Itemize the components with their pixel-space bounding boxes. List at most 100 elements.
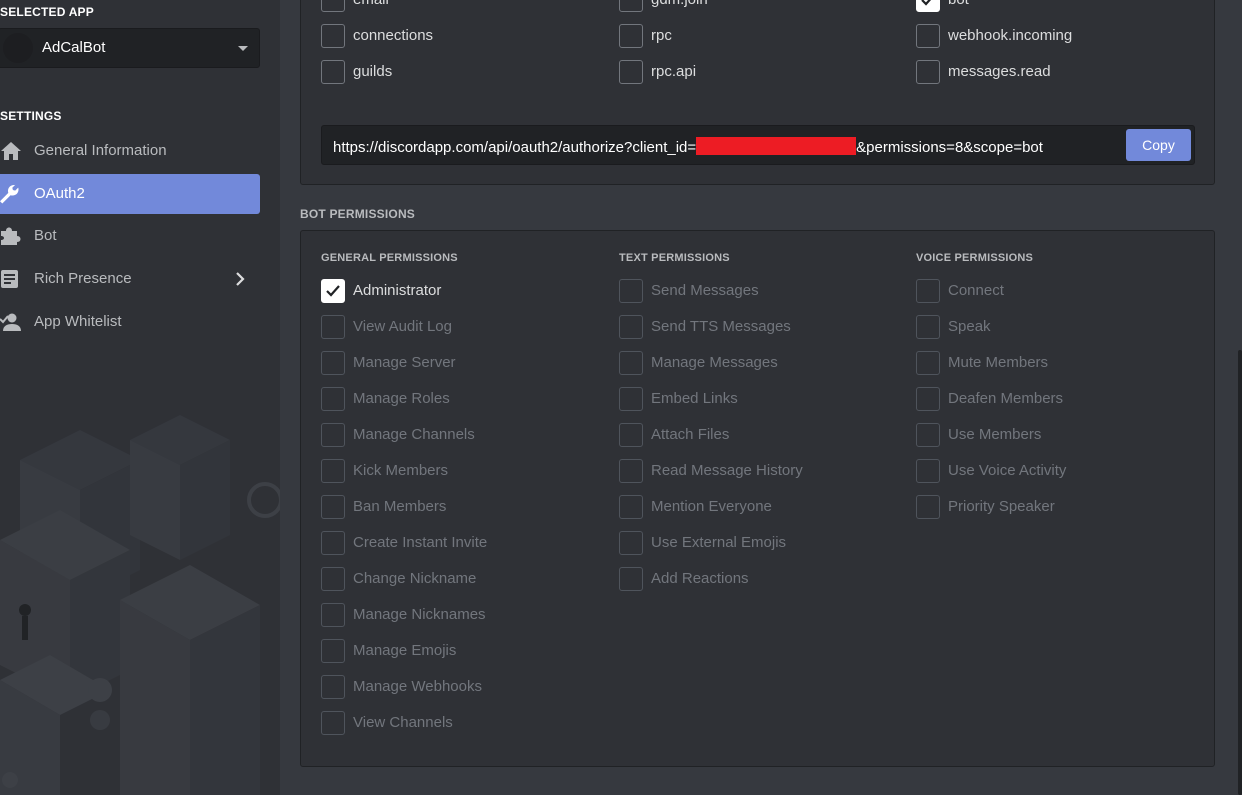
copy-button[interactable]: Copy <box>1126 129 1191 161</box>
checkbox[interactable] <box>619 279 643 303</box>
permission-label: Kick Members <box>353 462 449 479</box>
checkbox[interactable] <box>321 315 345 339</box>
checkbox[interactable] <box>619 495 643 519</box>
sidebar: SELECTED APP AdCalBot SETTINGS General I… <box>0 0 280 795</box>
checkbox[interactable] <box>619 459 643 483</box>
permission-label: Embed Links <box>651 390 738 407</box>
permission-label: Attach Files <box>651 426 730 443</box>
checkbox[interactable] <box>321 351 345 375</box>
checkbox[interactable] <box>916 351 940 375</box>
checkbox[interactable] <box>619 387 643 411</box>
permission-label: Send Messages <box>651 282 759 299</box>
permission-label: Send TTS Messages <box>651 318 791 335</box>
scope-label: rpc <box>651 27 672 44</box>
scrollbar[interactable] <box>1238 350 1242 795</box>
checkbox[interactable] <box>321 24 345 48</box>
permission-label: Manage Channels <box>353 426 475 443</box>
checkbox[interactable] <box>321 459 345 483</box>
checkbox[interactable] <box>321 495 345 519</box>
checkbox[interactable] <box>321 675 345 699</box>
checkbox[interactable] <box>916 279 940 303</box>
scope-label: bot <box>948 0 969 8</box>
permission-label: Manage Emojis <box>353 642 457 659</box>
sidebar-item-oauth2[interactable]: OAuth2 <box>0 174 260 214</box>
checkbox[interactable] <box>321 423 345 447</box>
scope-label: guilds <box>353 63 393 80</box>
checkbox[interactable] <box>916 315 940 339</box>
checkbox[interactable] <box>916 423 940 447</box>
selected-app-label: SELECTED APP <box>0 5 94 19</box>
checkbox[interactable] <box>916 495 940 519</box>
text-permissions-title: TEXT PERMISSIONS <box>619 252 730 264</box>
developer-city-illustration <box>0 415 280 795</box>
sidebar-item-rich-presence[interactable]: Rich Presence <box>0 259 260 299</box>
checkbox-checked[interactable] <box>916 0 940 12</box>
permission-label: View Channels <box>353 714 453 731</box>
scope-label: webhook.incoming <box>948 27 1073 44</box>
permission-label: Manage Messages <box>651 354 778 371</box>
permission-label: Manage Webhooks <box>353 678 482 695</box>
scope-label: messages.read <box>948 63 1051 80</box>
permission-label: Manage Nicknames <box>353 606 486 623</box>
app-name: AdCalBot <box>42 39 106 56</box>
bot-permissions-title: BOT PERMISSIONS <box>300 207 416 221</box>
permission-label: View Audit Log <box>353 318 452 335</box>
oauth-url-field[interactable]: https://discordapp.com/api/oauth2/author… <box>321 125 1195 165</box>
sidebar-item-general-information[interactable]: General Information <box>0 131 260 171</box>
checkbox[interactable] <box>619 423 643 447</box>
checkbox[interactable] <box>619 60 643 84</box>
sidebar-item-label: OAuth2 <box>34 185 85 202</box>
checkbox[interactable] <box>321 0 345 12</box>
checkbox-checked[interactable] <box>321 279 345 303</box>
app-avatar <box>3 33 33 63</box>
permission-label: Mention Everyone <box>651 498 772 515</box>
checkbox[interactable] <box>321 603 345 627</box>
checkbox[interactable] <box>321 567 345 591</box>
sidebar-item-bot[interactable]: Bot <box>0 216 260 256</box>
scopes-panel: email connections guilds gdm.join rpc rp… <box>300 0 1215 185</box>
redacted-client-id <box>696 137 857 155</box>
checkbox[interactable] <box>916 60 940 84</box>
main-content: email connections guilds gdm.join rpc rp… <box>280 0 1242 795</box>
permission-label: Mute Members <box>948 354 1049 371</box>
checkbox[interactable] <box>619 315 643 339</box>
check-icon <box>921 0 932 6</box>
scope-label: email <box>353 0 389 8</box>
sidebar-item-label: App Whitelist <box>34 313 122 330</box>
permission-label: Manage Server <box>353 354 456 371</box>
checkbox[interactable] <box>619 0 643 12</box>
checkbox[interactable] <box>916 24 940 48</box>
checkbox[interactable] <box>321 711 345 735</box>
checkbox[interactable] <box>916 387 940 411</box>
checkbox[interactable] <box>321 60 345 84</box>
checkbox[interactable] <box>619 531 643 555</box>
checkbox[interactable] <box>619 351 643 375</box>
general-permissions-title: GENERAL PERMISSIONS <box>321 252 458 264</box>
sidebar-item-label: General Information <box>34 142 167 159</box>
app-selector[interactable]: AdCalBot <box>0 28 260 68</box>
oauth-url-text: https://discordapp.com/api/oauth2/author… <box>333 137 1043 156</box>
checkbox[interactable] <box>619 567 643 591</box>
permission-label: Manage Roles <box>353 390 450 407</box>
checkbox[interactable] <box>321 531 345 555</box>
permission-label: Read Message History <box>651 462 803 479</box>
wrench-icon <box>0 184 19 204</box>
permission-label: Create Instant Invite <box>353 534 488 551</box>
permission-label: Speak <box>948 318 991 335</box>
sidebar-item-app-whitelist[interactable]: App Whitelist <box>0 302 260 342</box>
permission-label: Change Nickname <box>353 570 477 587</box>
permission-label: Use Voice Activity <box>948 462 1067 479</box>
scope-label: gdm.join <box>651 0 708 8</box>
permission-label: Priority Speaker <box>948 498 1055 515</box>
check-icon <box>326 285 340 297</box>
checkbox[interactable] <box>321 387 345 411</box>
scope-label: connections <box>353 27 434 44</box>
sidebar-item-label: Bot <box>34 227 57 244</box>
checkbox[interactable] <box>916 459 940 483</box>
checkbox[interactable] <box>619 24 643 48</box>
chevron-down-icon <box>238 46 248 51</box>
permission-label: Add Reactions <box>651 570 749 587</box>
voice-permissions-title: VOICE PERMISSIONS <box>916 252 1034 264</box>
checkbox[interactable] <box>321 639 345 663</box>
sidebar-item-label: Rich Presence <box>34 270 132 287</box>
